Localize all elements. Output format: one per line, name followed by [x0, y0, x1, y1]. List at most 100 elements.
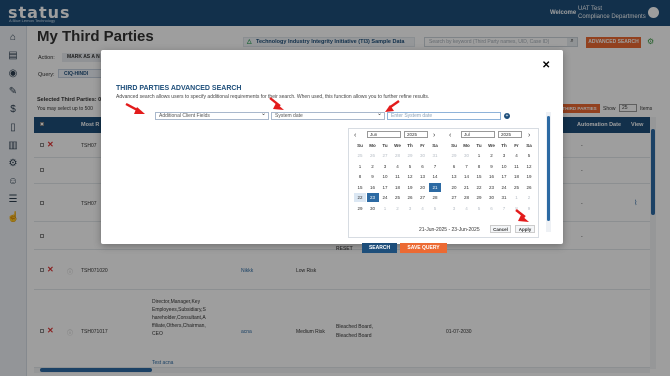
- calendar-day[interactable]: 3: [379, 162, 391, 171]
- calendar-day[interactable]: 7: [429, 162, 441, 171]
- calendar-day[interactable]: 1: [473, 151, 485, 160]
- calendar-day[interactable]: 9: [486, 162, 498, 171]
- calendar-day[interactable]: 1: [379, 204, 391, 213]
- calendar-day[interactable]: 6: [417, 162, 429, 171]
- left-year-select[interactable]: 2025: [404, 131, 428, 138]
- calendar-day[interactable]: 27: [417, 193, 429, 202]
- right-month-select[interactable]: Jul: [461, 131, 495, 138]
- modal-scroll-thumb[interactable]: [547, 116, 550, 221]
- modal-scrollbar[interactable]: [546, 112, 551, 232]
- calendar-day[interactable]: 15: [354, 183, 366, 192]
- calendar-day[interactable]: 11: [392, 172, 404, 181]
- calendar-day[interactable]: 27: [379, 151, 391, 160]
- calendar-day[interactable]: 22: [473, 183, 485, 192]
- calendar-day[interactable]: 30: [367, 204, 379, 213]
- system-date-input[interactable]: Enter System date: [387, 112, 501, 120]
- calendar-day[interactable]: 5: [429, 204, 441, 213]
- calendar-day[interactable]: 6: [486, 204, 498, 213]
- calendar-day[interactable]: 5: [523, 151, 535, 160]
- save-query-button[interactable]: SAVE QUERY: [400, 243, 447, 253]
- calendar-day[interactable]: 14: [429, 172, 441, 181]
- calendar-day[interactable]: 2: [367, 162, 379, 171]
- calendar-day[interactable]: 15: [473, 172, 485, 181]
- calendar-day[interactable]: 16: [367, 183, 379, 192]
- calendar-day[interactable]: 31: [429, 151, 441, 160]
- calendar-day[interactable]: 16: [486, 172, 498, 181]
- calendar-day[interactable]: 20: [448, 183, 460, 192]
- calendar-day[interactable]: 6: [448, 162, 460, 171]
- calendar-day[interactable]: 5: [473, 204, 485, 213]
- calendar-day[interactable]: 12: [404, 172, 416, 181]
- cancel-button[interactable]: Cancel: [490, 225, 511, 233]
- calendar-day[interactable]: 7: [498, 204, 510, 213]
- calendar-day[interactable]: 23: [366, 193, 379, 202]
- calendar-day[interactable]: 29: [354, 204, 366, 213]
- calendar-day[interactable]: 23: [486, 183, 498, 192]
- calendar-day[interactable]: 11: [511, 162, 523, 171]
- calendar-day[interactable]: 4: [461, 204, 473, 213]
- add-field-icon[interactable]: +: [504, 113, 510, 119]
- calendar-day[interactable]: 30: [417, 151, 429, 160]
- close-icon[interactable]: ✕: [542, 60, 550, 71]
- calendar-day[interactable]: 4: [417, 204, 429, 213]
- calendar-day[interactable]: 3: [404, 204, 416, 213]
- calendar-day[interactable]: 18: [392, 183, 404, 192]
- calendar-day[interactable]: 12: [523, 162, 535, 171]
- calendar-day[interactable]: 25: [354, 151, 366, 160]
- calendar-day[interactable]: 25: [511, 183, 523, 192]
- search-button[interactable]: SEARCH: [362, 243, 397, 253]
- calendar-day[interactable]: 27: [448, 193, 460, 202]
- calendar-day[interactable]: 17: [498, 172, 510, 181]
- calendar-day[interactable]: 24: [379, 193, 391, 202]
- calendar-day[interactable]: 29: [448, 151, 460, 160]
- calendar-day[interactable]: 4: [392, 162, 404, 171]
- calendar-day[interactable]: 8: [354, 172, 366, 181]
- calendar-day[interactable]: 5: [404, 162, 416, 171]
- calendar-day[interactable]: 19: [404, 183, 416, 192]
- calendar-day[interactable]: 1: [511, 193, 523, 202]
- calendar-day[interactable]: 2: [392, 204, 404, 213]
- calendar-day[interactable]: 28: [429, 193, 441, 202]
- prev-month-icon[interactable]: ‹: [449, 132, 451, 139]
- calendar-day[interactable]: 3: [448, 204, 460, 213]
- calendar-day[interactable]: 13: [417, 172, 429, 181]
- calendar-day[interactable]: 22: [354, 193, 366, 202]
- calendar-day[interactable]: 26: [367, 151, 379, 160]
- reset-button[interactable]: RESET: [336, 246, 353, 252]
- calendar-day[interactable]: 7: [461, 162, 473, 171]
- calendar-day[interactable]: 24: [498, 183, 510, 192]
- calendar-day[interactable]: 10: [498, 162, 510, 171]
- apply-button[interactable]: Apply: [515, 225, 535, 233]
- calendar-day[interactable]: 30: [486, 193, 498, 202]
- client-field-select[interactable]: Additional Client Fields: [155, 111, 269, 120]
- calendar-day[interactable]: 19: [523, 172, 535, 181]
- calendar-day[interactable]: 26: [523, 183, 535, 192]
- calendar-day[interactable]: 25: [392, 193, 404, 202]
- calendar-day[interactable]: 20: [417, 183, 429, 192]
- calendar-day[interactable]: 28: [461, 193, 473, 202]
- calendar-day[interactable]: 29: [404, 151, 416, 160]
- calendar-day[interactable]: 26: [404, 193, 416, 202]
- calendar-day[interactable]: 29: [473, 193, 485, 202]
- calendar-day[interactable]: 21: [429, 182, 441, 192]
- calendar-day[interactable]: 9: [367, 172, 379, 181]
- prev-month-icon[interactable]: ‹: [354, 132, 356, 139]
- calendar-day[interactable]: 28: [392, 151, 404, 160]
- calendar-day[interactable]: 31: [498, 193, 510, 202]
- field-type-select[interactable]: System date: [271, 111, 385, 120]
- calendar-day[interactable]: 8: [473, 162, 485, 171]
- calendar-day[interactable]: 21: [461, 183, 473, 192]
- calendar-day[interactable]: 13: [448, 172, 460, 181]
- calendar-day[interactable]: 17: [379, 183, 391, 192]
- calendar-day[interactable]: 2: [523, 193, 535, 202]
- next-month-icon[interactable]: ›: [528, 132, 530, 139]
- calendar-day[interactable]: 1: [354, 162, 366, 171]
- left-month-select[interactable]: Jun: [367, 131, 401, 138]
- right-year-select[interactable]: 2025: [498, 131, 522, 138]
- calendar-day[interactable]: 2: [486, 151, 498, 160]
- calendar-day[interactable]: 18: [511, 172, 523, 181]
- calendar-day[interactable]: 4: [511, 151, 523, 160]
- calendar-day[interactable]: 3: [498, 151, 510, 160]
- calendar-day[interactable]: 10: [379, 172, 391, 181]
- calendar-day[interactable]: 30: [461, 151, 473, 160]
